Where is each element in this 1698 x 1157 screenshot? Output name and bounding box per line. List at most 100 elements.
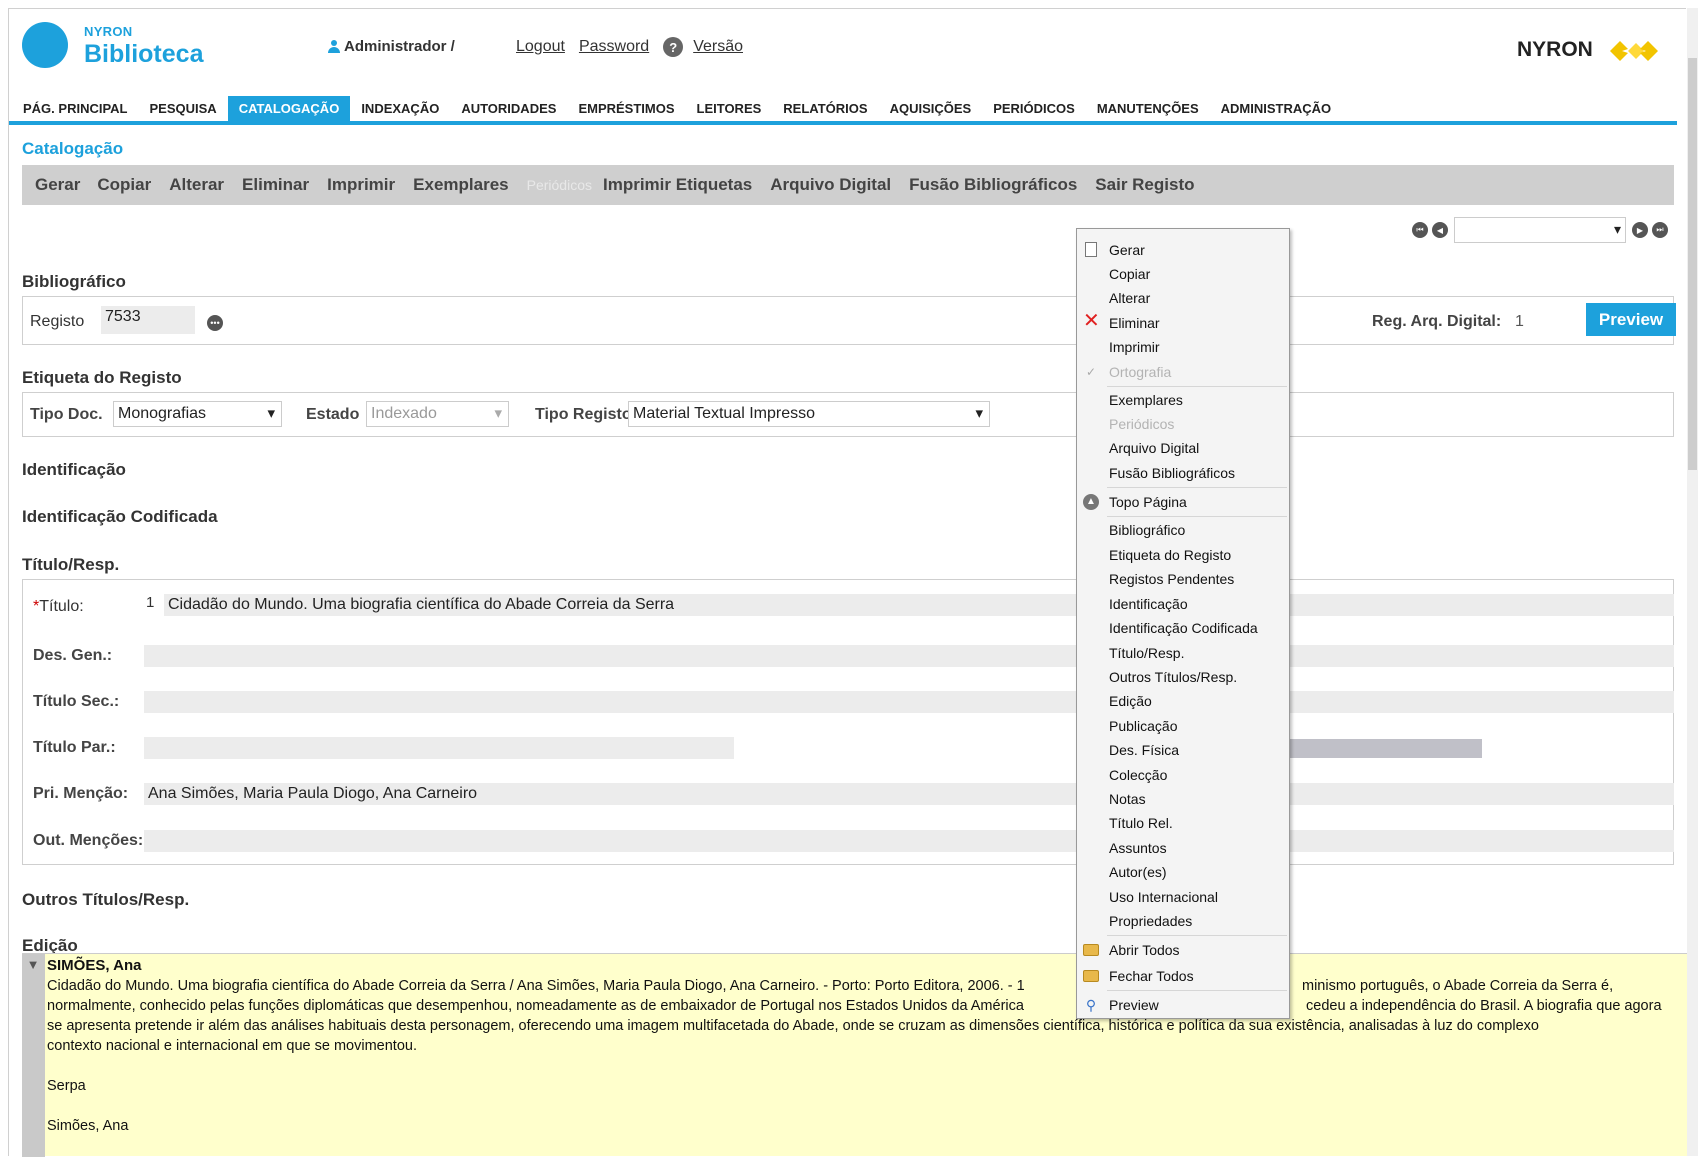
nav-indexacao[interactable]: INDEXAÇÃO — [350, 96, 450, 122]
preview-author-entry: Simões, Ana — [47, 1118, 129, 1134]
main-nav: PÁG. PRINCIPAL PESQUISA CATALOGAÇÃO INDE… — [12, 96, 1342, 122]
menu-etiqueta-registo[interactable]: Etiqueta do Registo — [1077, 544, 1289, 566]
menu-identificacao[interactable]: Identificação — [1077, 593, 1289, 615]
menu-imprimir[interactable]: Imprimir — [1077, 336, 1289, 358]
toolbar-eliminar[interactable]: Eliminar — [242, 175, 309, 195]
nav-pesquisa[interactable]: PESQUISA — [139, 96, 228, 122]
menu-fechar-todos[interactable]: Fechar Todos — [1077, 965, 1289, 987]
menu-separator — [1107, 516, 1287, 517]
des-gen-field[interactable] — [144, 645, 1674, 667]
registo-label: Registo — [30, 313, 85, 330]
nav-aquisicoes[interactable]: AQUISIÇÕES — [879, 96, 983, 122]
new-document-icon — [1085, 242, 1097, 257]
menu-propriedades[interactable]: Propriedades — [1077, 910, 1289, 932]
nyron-logo-icon — [1610, 41, 1658, 61]
menu-eliminar[interactable]: ✕ Eliminar — [1077, 311, 1289, 334]
menu-notas[interactable]: Notas — [1077, 788, 1289, 810]
menu-fusao-bibliograficos[interactable]: Fusão Bibliográficos — [1077, 462, 1289, 484]
toolbar-exemplares[interactable]: Exemplares — [413, 175, 508, 195]
menu-outros-titulos[interactable]: Outros Títulos/Resp. — [1077, 666, 1289, 688]
pri-mencao-label: Pri. Menção: — [33, 785, 129, 802]
identificacao-codificada-heading[interactable]: Identificação Codificada — [22, 507, 218, 527]
nav-periodicos[interactable]: PERIÓDICOS — [982, 96, 1086, 122]
nav-catalogacao[interactable]: CATALOGAÇÃO — [227, 96, 351, 122]
help-icon[interactable]: ? — [663, 37, 684, 57]
menu-assuntos[interactable]: Assuntos — [1077, 837, 1289, 859]
pin-icon[interactable]: ▼ — [25, 957, 41, 973]
versao-link[interactable]: Versão — [693, 38, 743, 56]
nav-manutencoes[interactable]: MANUTENÇÕES — [1086, 96, 1210, 122]
titulo-resp-heading[interactable]: Título/Resp. — [22, 555, 119, 575]
first-record-icon[interactable]: ⏮ — [1412, 222, 1428, 238]
toolbar-fusao-bibliograficos[interactable]: Fusão Bibliográficos — [909, 175, 1077, 195]
previous-record-icon[interactable]: ◀ — [1432, 222, 1448, 238]
nav-leitores[interactable]: LEITORES — [686, 96, 773, 122]
estado-label: Estado — [306, 406, 360, 423]
menu-exemplares[interactable]: Exemplares — [1077, 389, 1289, 411]
menu-titulo-rel[interactable]: Título Rel. — [1077, 812, 1289, 834]
titulo-sec-label: Título Sec.: — [33, 693, 120, 710]
titulo-field[interactable]: Cidadão do Mundo. Uma biografia científi… — [164, 594, 1674, 616]
menu-abrir-todos[interactable]: Abrir Todos — [1077, 939, 1289, 961]
next-record-icon[interactable]: ▶ — [1632, 222, 1648, 238]
nav-relatorios[interactable]: RELATÓRIOS — [772, 96, 878, 122]
menu-titulo-resp[interactable]: Título/Resp. — [1077, 642, 1289, 664]
menu-bibliografico[interactable]: Bibliográfico — [1077, 519, 1289, 541]
menu-uso-internacional[interactable]: Uso Internacional — [1077, 886, 1289, 908]
preview-line-4: contexto nacional e internacional em que… — [47, 1038, 417, 1054]
password-link[interactable]: Password — [579, 38, 649, 56]
header-links: Logout Password ? Versão — [516, 37, 743, 57]
nav-emprestimos[interactable]: EMPRÉSTIMOS — [567, 96, 685, 122]
logout-link[interactable]: Logout — [516, 38, 565, 56]
menu-copiar[interactable]: Copiar — [1077, 263, 1289, 285]
user-icon — [328, 40, 340, 53]
record-select[interactable] — [1454, 217, 1626, 243]
menu-separator — [1107, 935, 1287, 936]
menu-autores[interactable]: Autor(es) — [1077, 861, 1289, 883]
toolbar-copiar[interactable]: Copiar — [97, 175, 151, 195]
toolbar-imprimir-etiquetas[interactable]: Imprimir Etiquetas — [603, 175, 752, 195]
toolbar-imprimir[interactable]: Imprimir — [327, 175, 395, 195]
toolbar-sair-registo[interactable]: Sair Registo — [1095, 175, 1194, 195]
menu-coleccao[interactable]: Colecção — [1077, 764, 1289, 786]
menu-alterar[interactable]: Alterar — [1077, 287, 1289, 309]
more-options-icon[interactable]: ••• — [207, 315, 223, 331]
pri-mencao-field[interactable]: Ana Simões, Maria Paula Diogo, Ana Carne… — [144, 783, 1674, 805]
titulo-par-field[interactable] — [144, 737, 734, 759]
toolbar-alterar[interactable]: Alterar — [169, 175, 224, 195]
nav-pag-principal[interactable]: PÁG. PRINCIPAL — [12, 96, 139, 122]
preview-line-2-tail: cedeu a independência do Brasil. A biogr… — [1306, 998, 1662, 1014]
last-record-icon[interactable]: ⏭ — [1652, 222, 1668, 238]
menu-identificacao-codificada[interactable]: Identificação Codificada — [1077, 617, 1289, 639]
identificacao-heading[interactable]: Identificação — [22, 460, 126, 480]
toolbar-arquivo-digital[interactable]: Arquivo Digital — [770, 175, 891, 195]
tipo-doc-select[interactable]: Monografias — [113, 401, 282, 427]
titulo-sec-field[interactable] — [144, 691, 1674, 713]
preview-subject: Serpa — [47, 1078, 86, 1094]
menu-publicacao[interactable]: Publicação — [1077, 715, 1289, 737]
menu-edicao[interactable]: Edição — [1077, 690, 1289, 712]
preview-button[interactable]: Preview — [1586, 303, 1676, 336]
nav-autoridades[interactable]: AUTORIDADES — [450, 96, 567, 122]
top-page-icon: ▲ — [1083, 494, 1099, 510]
menu-gerar[interactable]: Gerar — [1077, 239, 1289, 261]
menu-arquivo-digital[interactable]: Arquivo Digital — [1077, 437, 1289, 459]
etiqueta-box: Tipo Doc. Monografias Estado Indexado Ti… — [22, 392, 1674, 437]
titulo-label: *Título: — [33, 598, 84, 615]
titulo-par-lang-field[interactable] — [1287, 739, 1482, 758]
tipo-registo-select[interactable]: Material Textual Impresso — [628, 401, 990, 427]
des-gen-label: Des. Gen.: — [33, 647, 113, 664]
menu-topo-pagina[interactable]: ▲ Topo Página — [1077, 491, 1289, 513]
titulo-par-label: Título Par.: — [33, 739, 116, 756]
record-navigation: ⏮ ◀ ▶ ⏭ — [1412, 217, 1668, 243]
menu-des-fisica[interactable]: Des. Física — [1077, 739, 1289, 761]
action-toolbar: Gerar Copiar Alterar Eliminar Imprimir E… — [22, 165, 1674, 205]
registo-field[interactable]: 7533 — [101, 306, 195, 334]
nav-administracao[interactable]: ADMINISTRAÇÃO — [1210, 96, 1343, 122]
outros-titulos-heading[interactable]: Outros Títulos/Resp. — [22, 890, 189, 910]
page-scrollbar-thumb[interactable] — [1688, 58, 1697, 470]
menu-registos-pendentes[interactable]: Registos Pendentes — [1077, 568, 1289, 590]
out-mencoes-field[interactable] — [144, 830, 1674, 852]
toolbar-gerar[interactable]: Gerar — [35, 175, 80, 195]
menu-preview[interactable]: ⚲ Preview — [1077, 994, 1289, 1016]
